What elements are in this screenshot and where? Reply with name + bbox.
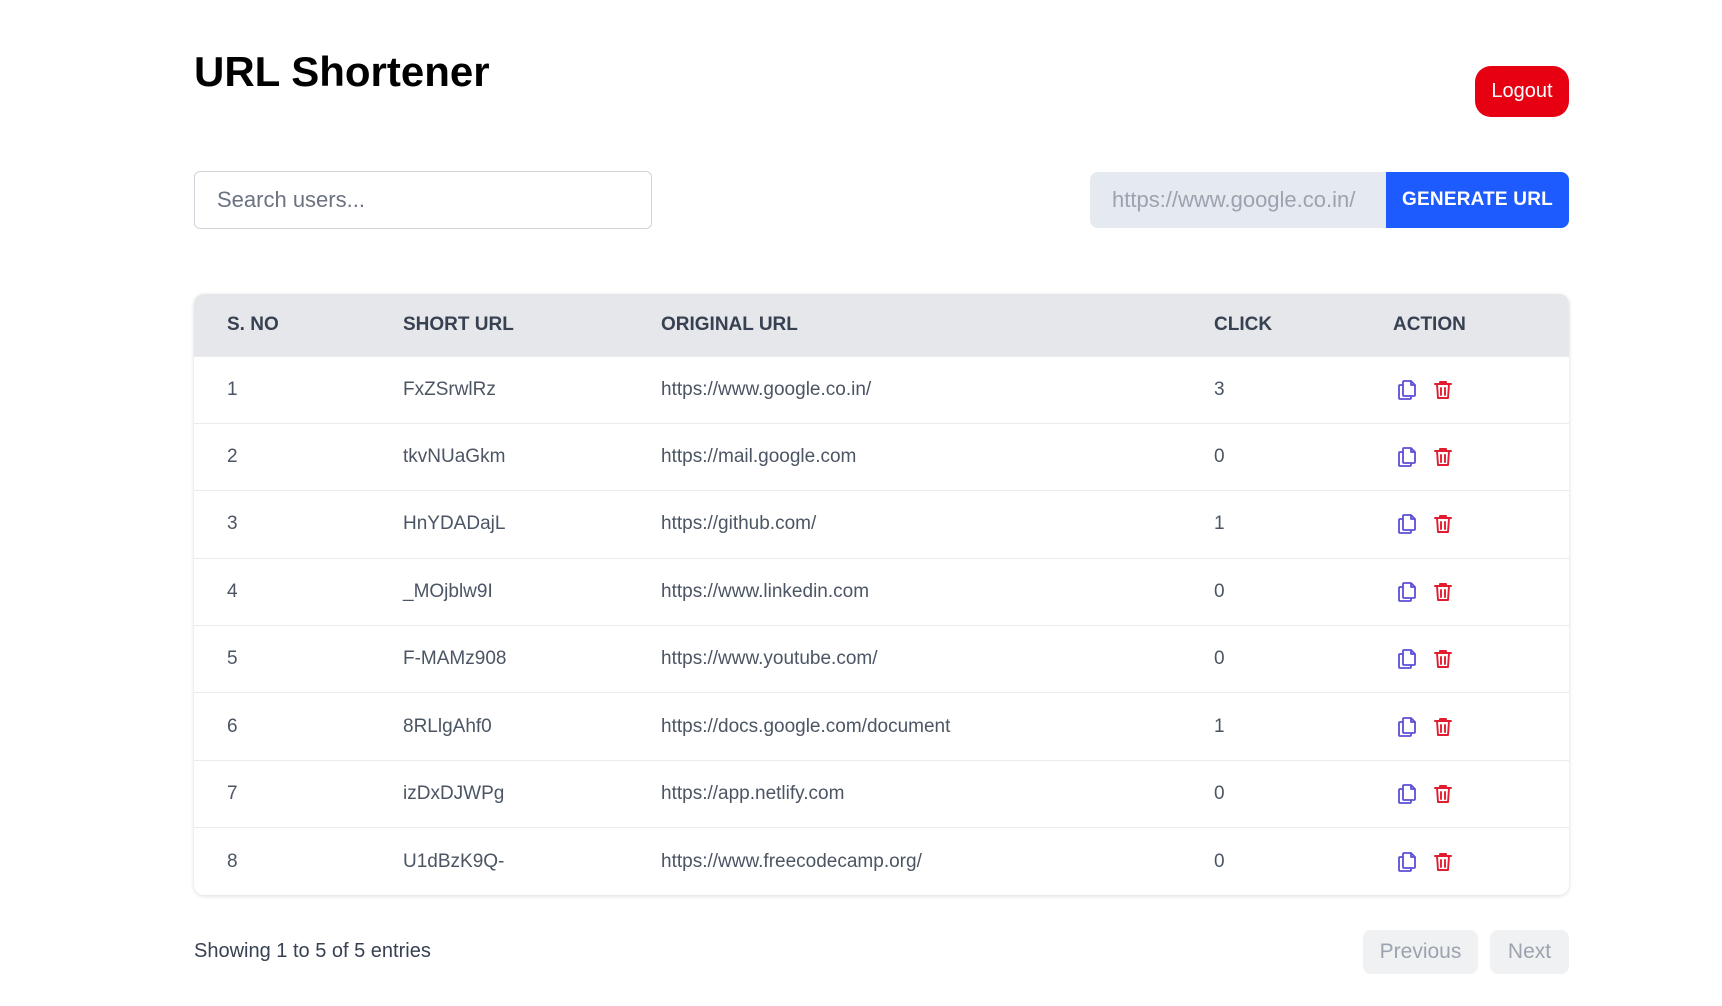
trash-icon: [1434, 785, 1452, 803]
column-header-short-url: SHORT URL: [403, 313, 514, 335]
delete-button[interactable]: [1429, 510, 1457, 538]
copy-button[interactable]: [1393, 780, 1421, 808]
trash-icon: [1434, 650, 1452, 669]
cell-short-url: HnYDADajL: [403, 513, 506, 535]
cell-sno: 4: [227, 580, 238, 602]
cell-sno: 5: [227, 648, 238, 670]
table-row: 3 HnYDADajL https://github.com/1: [194, 490, 1569, 558]
cell-original-url: https://mail.google.com: [661, 446, 857, 468]
copy-icon: [1398, 581, 1416, 602]
delete-button[interactable]: [1429, 780, 1457, 808]
cell-actions: [1360, 558, 1569, 625]
column-header-action: ACTION: [1393, 313, 1466, 335]
cell-clicks: 1: [1214, 715, 1225, 737]
cell-clicks: 3: [1214, 378, 1225, 400]
copy-button[interactable]: [1393, 376, 1421, 404]
cell-clicks: 0: [1214, 783, 1225, 805]
copy-icon: [1398, 716, 1416, 737]
cell-actions: [1360, 626, 1569, 693]
copy-icon: [1398, 851, 1416, 872]
url-input[interactable]: [1090, 172, 1386, 228]
urls-table: S. NO SHORT URL ORIGINAL URL CLICK ACTIO…: [194, 294, 1569, 895]
table-row: 1 FxZSrwlRz https://www.google.co.in/3: [194, 356, 1569, 423]
column-header-original-url: ORIGINAL URL: [661, 313, 798, 335]
cell-original-url: https://github.com/: [661, 513, 817, 535]
delete-button[interactable]: [1429, 578, 1457, 606]
cell-short-url: F-MAMz908: [403, 648, 507, 670]
search-input[interactable]: [194, 171, 652, 229]
cell-actions: [1360, 423, 1569, 490]
cell-clicks: 0: [1214, 580, 1225, 602]
cell-actions: [1360, 356, 1569, 423]
cell-sno: 2: [227, 446, 238, 468]
trash-icon: [1434, 380, 1452, 399]
previous-button[interactable]: Previous: [1363, 930, 1478, 974]
cell-sno: 8: [227, 850, 238, 872]
column-header-sno: S. NO: [227, 313, 279, 335]
cell-sno: 7: [227, 783, 238, 805]
table-row: 7 izDxDJWPg https://app.netlify.com 0: [194, 760, 1569, 827]
table-row: 4 _MOjblw9I https://www.linkedin.com 0: [194, 558, 1569, 625]
copy-button[interactable]: [1393, 510, 1421, 538]
page: URL Shortener Logout GENERATE URL S. NO …: [0, 0, 1722, 1006]
trash-icon: [1434, 448, 1452, 467]
trash-icon: [1434, 515, 1452, 534]
cell-actions: [1360, 828, 1569, 895]
cell-clicks: 0: [1214, 850, 1225, 872]
delete-button[interactable]: [1429, 376, 1457, 404]
cell-actions: [1360, 760, 1569, 827]
table-row: 5 F-MAMz908 https://www.youtube.com/0: [194, 625, 1569, 693]
cell-original-url: https://www.google.co.in/: [661, 378, 872, 400]
delete-button[interactable]: [1429, 848, 1457, 876]
cell-short-url: _MOjblw9I: [403, 580, 493, 602]
cell-short-url: FxZSrwlRz: [403, 378, 496, 400]
table-header-row: S. NO SHORT URL ORIGINAL URL CLICK ACTIO…: [194, 294, 1569, 356]
trash-icon: [1434, 582, 1452, 601]
copy-button[interactable]: [1393, 645, 1421, 673]
cell-clicks: 0: [1214, 446, 1225, 468]
cell-original-url: https://docs.google.com/document: [661, 715, 951, 737]
logout-button[interactable]: Logout: [1475, 66, 1569, 117]
cell-original-url: https://www.youtube.com/: [661, 648, 878, 670]
copy-icon: [1398, 784, 1416, 804]
entries-info: Showing 1 to 5 of 5 entries: [194, 940, 431, 962]
generate-url-button[interactable]: GENERATE URL: [1386, 172, 1569, 228]
cell-original-url: https://www.linkedin.com: [661, 580, 870, 602]
copy-icon: [1398, 649, 1416, 670]
copy-button[interactable]: [1393, 578, 1421, 606]
copy-icon: [1398, 379, 1416, 400]
cell-short-url: izDxDJWPg: [403, 783, 505, 805]
cell-short-url: U1dBzK9Q-: [403, 850, 505, 872]
table-row: 6 8RLlgAhf0 https://docs.google.com/docume…: [194, 692, 1569, 760]
copy-button[interactable]: [1393, 848, 1421, 876]
copy-icon: [1398, 447, 1416, 467]
cell-short-url: tkvNUaGkm: [403, 446, 506, 468]
cell-original-url: https://www.freecodecamp.org/: [661, 850, 922, 872]
column-header-click: CLICK: [1214, 313, 1273, 335]
cell-short-url: 8RLlgAhf0: [403, 715, 492, 737]
table-row: 8 U1dBzK9Q-https://www.freecodecamp.org/0: [194, 827, 1569, 895]
next-button[interactable]: Next: [1490, 930, 1569, 974]
cell-sno: 1: [227, 378, 238, 400]
delete-button[interactable]: [1429, 713, 1457, 741]
page-title: URL Shortener: [194, 48, 490, 95]
cell-clicks: 1: [1214, 513, 1225, 535]
delete-button[interactable]: [1429, 443, 1457, 471]
cell-sno: 3: [227, 513, 238, 535]
delete-button[interactable]: [1429, 645, 1457, 673]
cell-sno: 6: [227, 715, 238, 737]
copy-button[interactable]: [1393, 443, 1421, 471]
copy-icon: [1398, 514, 1416, 535]
cell-original-url: https://app.netlify.com: [661, 783, 845, 805]
trash-icon: [1434, 717, 1452, 736]
cell-actions: [1360, 693, 1569, 760]
table-row: 2 tkvNUaGkm https://mail.google.com 0: [194, 423, 1569, 490]
cell-actions: [1360, 491, 1569, 558]
copy-button[interactable]: [1393, 713, 1421, 741]
trash-icon: [1434, 852, 1452, 871]
cell-clicks: 0: [1214, 648, 1225, 670]
